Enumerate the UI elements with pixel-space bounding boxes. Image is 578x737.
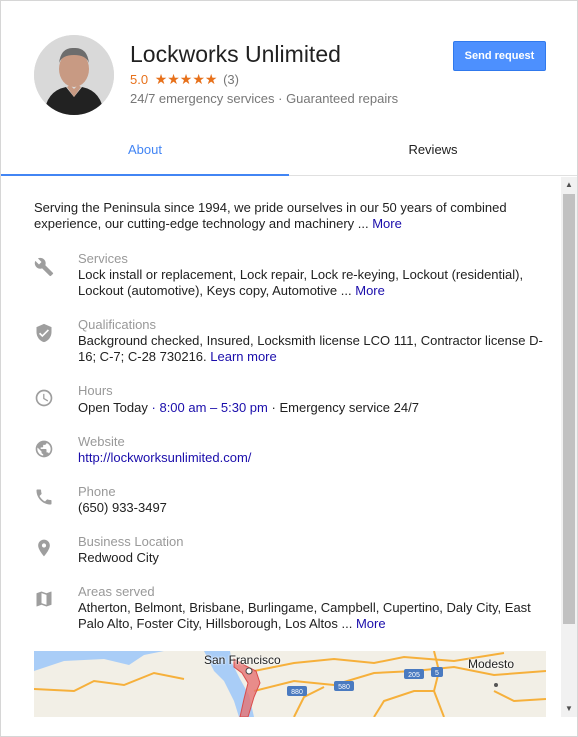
- services-label: Services: [78, 251, 128, 266]
- services-text: Lock install or replacement, Lock repair…: [78, 267, 524, 298]
- business-description: Serving the Peninsula since 1994, we pri…: [34, 200, 534, 232]
- phone-value[interactable]: (650) 933-3497: [78, 500, 548, 516]
- services-value: Lock install or replacement, Lock repair…: [78, 267, 548, 299]
- wrench-icon: [34, 257, 54, 277]
- hours-time-range[interactable]: 8:00 am – 5:30 pm: [159, 400, 267, 415]
- phone-label: Phone: [78, 484, 116, 499]
- map-label-modesto: Modesto: [468, 657, 515, 671]
- tab-reviews[interactable]: Reviews: [289, 134, 577, 176]
- business-card: Lockworks Unlimited 5.0 ★★★★★ (3) 24/7 e…: [0, 0, 578, 737]
- star-rating-icon: ★★★★★: [154, 71, 218, 87]
- clock-icon: [34, 388, 54, 408]
- scroll-down-arrow-icon[interactable]: ▼: [561, 701, 577, 717]
- phone-icon: [34, 487, 54, 507]
- location-value: Redwood City: [78, 550, 159, 565]
- services-more-link[interactable]: More: [355, 283, 385, 298]
- hours-label: Hours: [78, 383, 113, 398]
- website-value: http://lockworksunlimited.com/: [78, 450, 548, 466]
- description-text: Serving the Peninsula since 1994, we pri…: [34, 200, 507, 231]
- rating-value: 5.0: [130, 72, 149, 87]
- areas-value: Atherton, Belmont, Brisbane, Burlingame,…: [78, 600, 548, 632]
- hours-separator: ·: [151, 400, 156, 415]
- learn-more-link[interactable]: Learn more: [210, 349, 276, 364]
- business-header: Lockworks Unlimited 5.0 ★★★★★ (3) 24/7 e…: [1, 1, 577, 134]
- open-today-text: Open Today: [78, 400, 148, 415]
- hours-value: Open Today · 8:00 am – 5:30 pm · Emergen…: [78, 400, 548, 416]
- website-link[interactable]: http://lockworksunlimited.com/: [78, 450, 251, 465]
- scroll-up-arrow-icon[interactable]: ▲: [561, 177, 577, 193]
- qualifications-value: Background checked, Insured, Locksmith l…: [78, 333, 548, 365]
- location-label: Business Location: [78, 534, 184, 549]
- about-panel: Serving the Peninsula since 1994, we pri…: [1, 177, 561, 717]
- website-label: Website: [78, 434, 125, 449]
- svg-text:580: 580: [338, 684, 350, 691]
- review-count[interactable]: (3): [223, 72, 239, 87]
- globe-icon: [34, 439, 54, 459]
- areas-text: Atherton, Belmont, Brisbane, Burlingame,…: [78, 600, 531, 631]
- svg-text:5: 5: [435, 670, 439, 677]
- service-area-map[interactable]: 880 580 205 5 San Francisco Modesto: [34, 651, 546, 717]
- rating-row: 5.0 ★★★★★ (3): [130, 71, 239, 88]
- tab-bar: About Reviews: [1, 134, 577, 176]
- map-icon: [34, 589, 54, 609]
- qualifications-text: Background checked, Insured, Locksmith l…: [78, 333, 543, 364]
- shield-check-icon: [34, 323, 54, 343]
- avatar: [34, 35, 114, 115]
- emergency-service-text: Emergency service 24/7: [279, 400, 419, 415]
- tab-about[interactable]: About: [1, 134, 289, 176]
- description-more-link[interactable]: More: [372, 216, 402, 231]
- map-label-san-francisco: San Francisco: [204, 653, 281, 667]
- business-subtitle: 24/7 emergency services · Guaranteed rep…: [130, 91, 399, 106]
- svg-text:205: 205: [408, 672, 420, 679]
- svg-text:880: 880: [291, 689, 303, 696]
- scrollbar[interactable]: ▲ ▼: [561, 177, 577, 717]
- hours-separator: ·: [271, 400, 276, 415]
- qualifications-label: Qualifications: [78, 317, 157, 332]
- areas-more-link[interactable]: More: [356, 616, 386, 631]
- send-request-button[interactable]: Send request: [453, 41, 546, 71]
- business-name: Lockworks Unlimited: [130, 41, 341, 67]
- areas-label: Areas served: [78, 584, 155, 599]
- scrollbar-thumb[interactable]: [563, 194, 575, 624]
- location-pin-icon: [34, 538, 54, 558]
